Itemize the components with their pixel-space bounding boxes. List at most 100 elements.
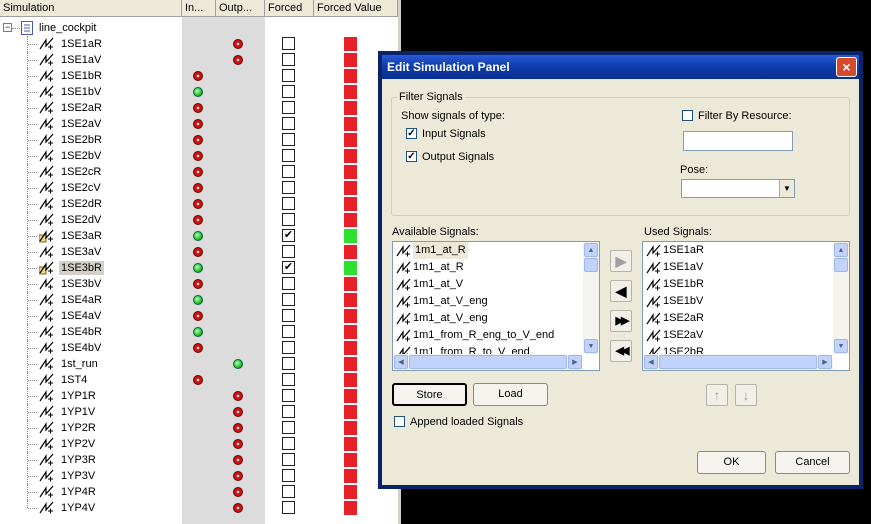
table-row[interactable]: 1YP3R	[0, 452, 398, 468]
forced-value-toggle[interactable]	[344, 341, 357, 355]
list-item[interactable]: 1SE1bV	[643, 293, 849, 310]
append-checkbox[interactable]	[394, 416, 405, 427]
forced-checkbox[interactable]	[282, 309, 295, 322]
close-button[interactable]: ×	[836, 57, 857, 77]
forced-checkbox[interactable]	[282, 485, 295, 498]
forced-checkbox[interactable]	[282, 437, 295, 450]
input-signals-checkbox[interactable]: ✓	[406, 128, 417, 139]
available-signals-list[interactable]: 1m1_at_R 1m1_at_R 1m1_at_V 1m1_at_V_eng 1m1_…	[392, 241, 600, 371]
forced-value-toggle[interactable]	[344, 373, 357, 387]
forced-value-toggle[interactable]	[344, 101, 357, 115]
list-item[interactable]: 1m1_at_V	[393, 276, 599, 293]
table-row[interactable]: 1SE3bV	[0, 276, 398, 292]
table-row[interactable]: 1SE3aR ✔	[0, 228, 398, 244]
forced-value-toggle[interactable]	[344, 437, 357, 451]
forced-checkbox[interactable]	[282, 277, 295, 290]
forced-value-toggle[interactable]	[344, 325, 357, 339]
forced-value-toggle[interactable]	[344, 421, 357, 435]
forced-value-toggle[interactable]	[344, 133, 357, 147]
forced-value-toggle[interactable]	[344, 149, 357, 163]
forced-value-toggle[interactable]	[344, 453, 357, 467]
table-row[interactable]: 1SE1bR	[0, 68, 398, 84]
table-row[interactable]: 1ST4	[0, 372, 398, 388]
chevron-down-icon[interactable]: ▼	[779, 180, 794, 197]
forced-value-toggle[interactable]	[344, 357, 357, 371]
move-down-button[interactable]: ↓	[735, 384, 757, 406]
scroll-thumb[interactable]	[659, 355, 817, 369]
table-row[interactable]: 1SE1aV	[0, 52, 398, 68]
forced-value-toggle[interactable]	[344, 85, 357, 99]
scroll-thumb[interactable]	[409, 355, 567, 369]
table-row[interactable]: 1YP3V	[0, 468, 398, 484]
forced-value-toggle[interactable]	[344, 405, 357, 419]
forced-value-toggle[interactable]	[344, 293, 357, 307]
list-item[interactable]: 1SE2aV	[643, 327, 849, 344]
list-item[interactable]: 1SE2aR	[643, 310, 849, 327]
list-item[interactable]: 1m1_from_R_eng_to_V_end	[393, 327, 599, 344]
scroll-thumb[interactable]	[834, 258, 848, 272]
table-row[interactable]: 1SE1aR	[0, 36, 398, 52]
forced-checkbox[interactable]	[282, 37, 295, 50]
forced-checkbox[interactable]	[282, 501, 295, 514]
available-vscrollbar[interactable]: ▲ ▼	[583, 242, 599, 354]
forced-value-toggle[interactable]	[344, 309, 357, 323]
cancel-button[interactable]: Cancel	[775, 451, 850, 474]
table-row[interactable]: 1SE3aV	[0, 244, 398, 260]
forced-value-toggle[interactable]	[344, 181, 357, 195]
list-item[interactable]: 1SE1bR	[643, 276, 849, 293]
col-header-simulation[interactable]: Simulation	[0, 0, 182, 17]
forced-value-toggle[interactable]	[344, 469, 357, 483]
load-button[interactable]: Load	[473, 383, 548, 406]
forced-value-toggle[interactable]	[344, 245, 357, 259]
list-item[interactable]: 1SE1aR	[643, 242, 849, 259]
forced-checkbox[interactable]	[282, 373, 295, 386]
forced-value-toggle[interactable]	[344, 485, 357, 499]
scroll-right-icon[interactable]: ▶	[818, 355, 832, 369]
table-row[interactable]: 1SE4bV	[0, 340, 398, 356]
filter-by-resource-checkbox[interactable]	[682, 110, 693, 121]
forced-checkbox[interactable]	[282, 117, 295, 130]
used-vscrollbar[interactable]: ▲ ▼	[833, 242, 849, 354]
list-item[interactable]: 1m1_at_R	[393, 259, 599, 276]
forced-value-toggle[interactable]	[344, 229, 357, 243]
table-row[interactable]: 1SE4bR	[0, 324, 398, 340]
table-row[interactable]: 1SE2cV	[0, 180, 398, 196]
forced-checkbox[interactable]: ✔	[282, 229, 295, 242]
forced-checkbox[interactable]	[282, 133, 295, 146]
remove-signal-button[interactable]: ◀	[610, 280, 632, 302]
forced-checkbox[interactable]	[282, 69, 295, 82]
scroll-up-icon[interactable]: ▲	[584, 243, 598, 257]
forced-checkbox[interactable]	[282, 181, 295, 194]
forced-checkbox[interactable]	[282, 53, 295, 66]
forced-checkbox[interactable]	[282, 389, 295, 402]
forced-checkbox[interactable]	[282, 405, 295, 418]
forced-checkbox[interactable]	[282, 293, 295, 306]
col-header-output[interactable]: Outp...	[216, 0, 265, 17]
table-row[interactable]: 1SE2bV	[0, 148, 398, 164]
forced-checkbox[interactable]	[282, 421, 295, 434]
store-button[interactable]: Store	[392, 383, 467, 406]
scroll-down-icon[interactable]: ▼	[584, 339, 598, 353]
remove-all-button[interactable]: ◀◀	[610, 340, 632, 362]
table-row[interactable]: 1YP1V	[0, 404, 398, 420]
table-row[interactable]: 1YP4V	[0, 500, 398, 516]
forced-checkbox[interactable]	[282, 85, 295, 98]
add-signal-button[interactable]: ▶	[610, 250, 632, 272]
table-row[interactable]: 1SE2dR	[0, 196, 398, 212]
forced-checkbox[interactable]	[282, 325, 295, 338]
collapse-icon[interactable]: −	[3, 23, 12, 32]
table-row[interactable]: 1SE4aR	[0, 292, 398, 308]
forced-checkbox[interactable]	[282, 341, 295, 354]
list-item[interactable]: 1m1_at_V_eng	[393, 293, 599, 310]
forced-checkbox[interactable]: ✔	[282, 261, 295, 274]
forced-checkbox[interactable]	[282, 165, 295, 178]
forced-value-toggle[interactable]	[344, 501, 357, 515]
filter-by-resource-label[interactable]: Filter By Resource:	[698, 110, 792, 122]
used-signals-list[interactable]: 1SE1aR 1SE1aV 1SE1bR 1SE1bV 1SE2aR 1SE2aV 1SE2…	[642, 241, 850, 371]
output-signals-label[interactable]: Output Signals	[422, 151, 494, 163]
pose-dropdown[interactable]: ▼	[681, 179, 795, 198]
ok-button[interactable]: OK	[697, 451, 766, 474]
table-row[interactable]: 1SE2aR	[0, 100, 398, 116]
table-row[interactable]: 1SE2bR	[0, 132, 398, 148]
resource-input[interactable]	[683, 131, 793, 151]
